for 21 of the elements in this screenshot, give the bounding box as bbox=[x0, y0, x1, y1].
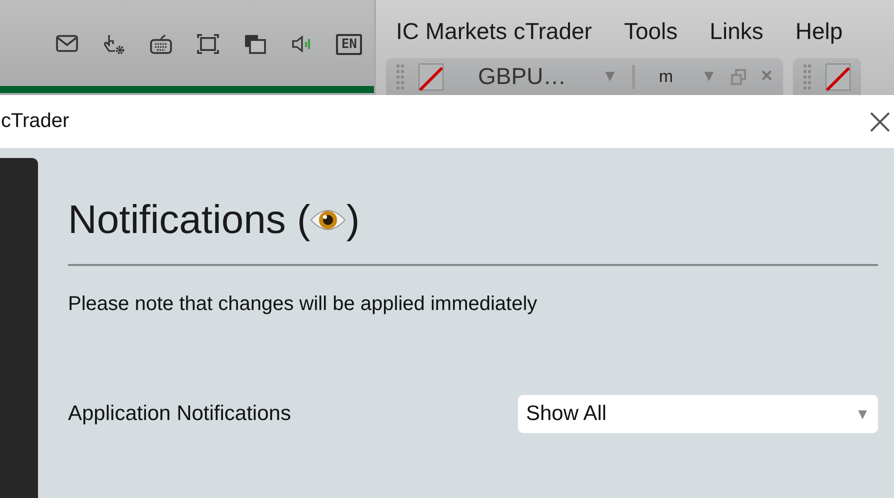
setting-label: Application Notifications bbox=[68, 402, 291, 426]
windows-icon[interactable] bbox=[242, 32, 268, 56]
menu-item[interactable]: Help bbox=[795, 18, 843, 58]
menu-item[interactable]: Tools bbox=[624, 18, 678, 58]
chart-icon[interactable] bbox=[824, 62, 851, 90]
info-text: Please note that changes will be applied immediately bbox=[68, 293, 538, 316]
dropdown[interactable]: Show All ▼ bbox=[518, 395, 878, 433]
symbol-selector[interactable]: GBPU… bbox=[458, 63, 588, 90]
heading-text: ) bbox=[346, 198, 360, 242]
heading-text: Notifications ( bbox=[68, 198, 310, 242]
chart-icon[interactable] bbox=[418, 62, 444, 90]
language-indicator[interactable]: EN bbox=[336, 34, 362, 54]
grip-icon[interactable] bbox=[802, 62, 811, 90]
menu-item[interactable]: IC Markets cTrader bbox=[396, 18, 592, 58]
timeframe-selector[interactable]: m bbox=[648, 66, 688, 86]
keyboard-icon[interactable] bbox=[148, 32, 174, 56]
fullscreen-icon[interactable] bbox=[195, 32, 222, 56]
menu-item[interactable]: Links bbox=[710, 18, 764, 58]
dialog-title: cTrader bbox=[1, 110, 70, 133]
close-icon[interactable] bbox=[869, 110, 891, 132]
grip-icon[interactable] bbox=[396, 62, 404, 90]
